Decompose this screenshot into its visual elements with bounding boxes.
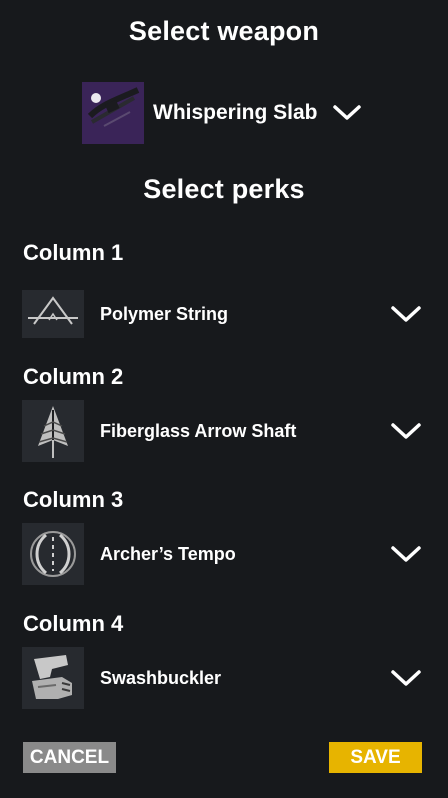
swashbuckler-icon — [22, 647, 84, 709]
save-button[interactable]: SAVE — [329, 742, 422, 773]
perk-name: Polymer String — [100, 303, 229, 324]
cancel-button[interactable]: CANCEL — [23, 742, 116, 773]
weapon-name: Whispering Slab — [153, 101, 318, 124]
perk-name: Archer’s Tempo — [100, 543, 236, 564]
perk-selector-column-4[interactable]: Swashbuckler — [22, 647, 426, 709]
column-4-label: Column 4 — [23, 611, 124, 636]
perk-name: Swashbuckler — [100, 667, 222, 688]
column-3-label: Column 3 — [23, 487, 124, 512]
perk-name: Fiberglass Arrow Shaft — [100, 420, 297, 441]
column-1-label: Column 1 — [23, 240, 124, 265]
chevron-down-icon[interactable] — [390, 667, 422, 689]
perk-selector-column-1[interactable]: Polymer String — [22, 283, 426, 345]
perks-section-title: Select perks — [143, 174, 305, 204]
chevron-down-icon[interactable] — [332, 103, 362, 123]
chevron-down-icon[interactable] — [390, 303, 422, 325]
arrow-shaft-icon — [22, 400, 84, 462]
chevron-down-icon[interactable] — [390, 543, 422, 565]
chevron-down-icon[interactable] — [390, 420, 422, 442]
bow-weapon-icon — [82, 82, 144, 144]
archers-tempo-icon — [22, 523, 84, 585]
perk-selector-column-2[interactable]: Fiberglass Arrow Shaft — [22, 400, 426, 462]
perk-selector-column-3[interactable]: Archer’s Tempo — [22, 523, 426, 585]
page-title: Select weapon — [128, 16, 320, 46]
column-2-label: Column 2 — [23, 364, 124, 389]
polymer-string-icon — [22, 290, 84, 338]
weapon-selector[interactable]: Whispering Slab — [82, 82, 362, 144]
